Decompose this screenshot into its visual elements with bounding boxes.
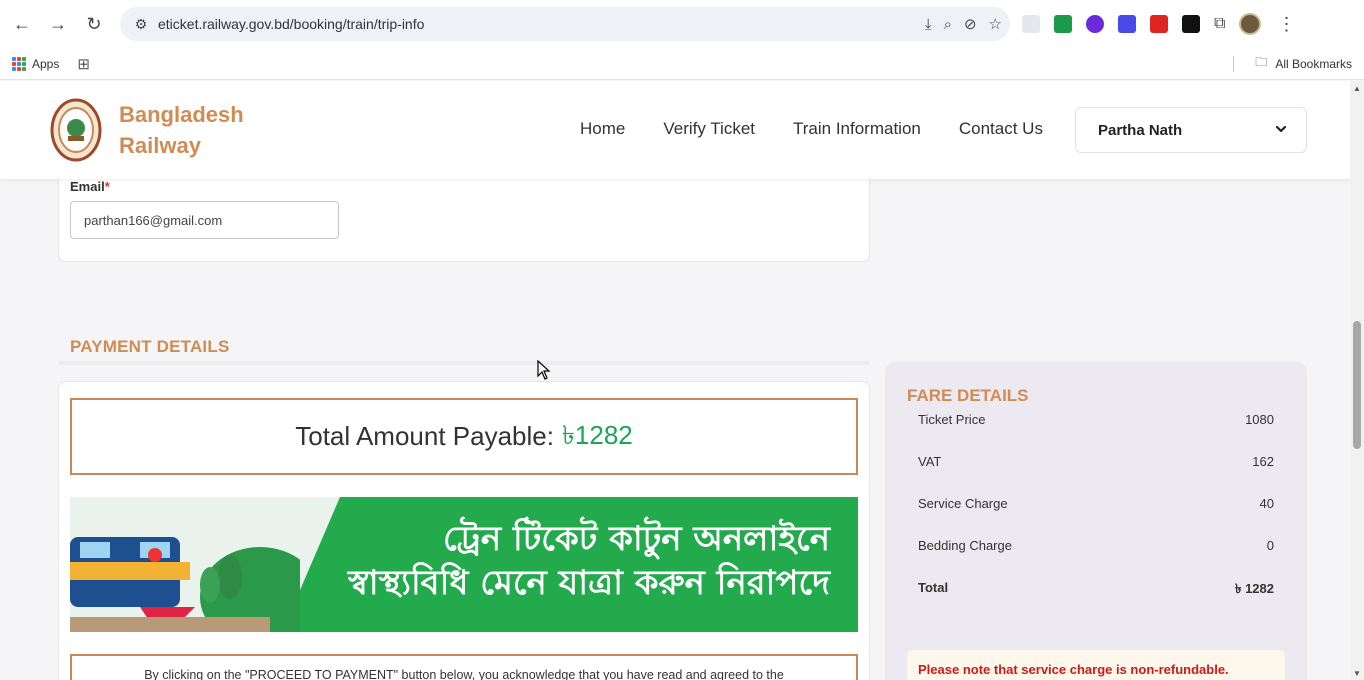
browser-toolbar: ← → ↻ ⚙ eticket.railway.gov.bd/booking/t… [0,0,1364,48]
star-icon[interactable]: ☆ [989,15,1002,33]
fare-row-vat: VAT 162 [918,454,1274,469]
page-viewport: Bangladesh Railway Home Verify Ticket Tr… [0,81,1350,680]
banner-line-2: স্বাস্থ্যবিধি মেনে যাত্রা করুন নিরাপদে [348,563,830,603]
extension-icon[interactable] [1150,15,1168,33]
chevron-down-icon [1275,125,1287,133]
reload-icon[interactable]: ↻ [76,6,112,42]
fare-row-ticket-price: Ticket Price 1080 [918,412,1274,427]
fare-label: VAT [918,454,942,469]
extension-icon[interactable] [1054,15,1072,33]
extension-icon[interactable] [1182,15,1200,33]
total-label: Total Amount Payable: [295,421,554,451]
total-amount: ৳1282 [561,419,633,450]
brand-name[interactable]: Bangladesh Railway [119,99,244,161]
train-illustration [70,537,300,632]
fare-details-title: FARE DETAILS [907,386,1029,405]
all-bookmarks-label: All Bookmarks [1275,56,1352,71]
banner-line-1: ট্রেন টিকেট কাটুন অনলাইনে [442,519,830,559]
fare-label: Service Charge [918,496,1008,511]
install-app-icon[interactable]: ⤓ [925,16,932,33]
profile-avatar[interactable] [1239,13,1262,35]
menu-dots-icon[interactable]: ⋮ [1277,14,1295,35]
extension-icon[interactable] [1086,15,1104,33]
payment-details-title: PAYMENT DETAILS [70,337,230,356]
fare-row-total: Total ৳ 1282 [918,580,1274,601]
fare-label: Ticket Price [918,412,986,427]
section-divider [58,361,870,365]
apps-bookmark[interactable]: Apps [12,56,60,71]
email-value: parthan166@gmail.com [84,212,223,228]
nav-home[interactable]: Home [580,119,625,139]
user-name: Partha Nath [1098,121,1183,139]
tab-groups-icon[interactable]: ⊞ [77,55,90,73]
email-label-text: Email [70,179,105,194]
fare-row-service-charge: Service Charge 40 [918,496,1274,511]
brand-line-1: Bangladesh [119,102,244,127]
main-nav: Home Verify Ticket Train Information Con… [580,119,1043,139]
fare-label: Total [918,580,949,595]
fare-value: ৳ 1282 [1234,581,1274,596]
fare-value: 162 [1252,454,1274,469]
back-icon[interactable]: ← [4,6,40,42]
site-settings-icon[interactable]: ⚙ [126,16,156,33]
scroll-down-icon[interactable]: ▼ [1353,669,1361,678]
scroll-thumb[interactable] [1353,321,1361,449]
fare-label: Bedding Charge [918,538,1012,553]
apps-grid-icon [12,56,26,71]
fare-value: 40 [1259,496,1274,511]
acknowledgement-text: By clicking on the "PROCEED TO PAYMENT" … [144,668,784,680]
fare-value: 0 [1266,538,1274,553]
email-label: Email* [70,179,110,194]
site-header: Bangladesh Railway Home Verify Ticket Tr… [0,81,1350,179]
required-mark: * [104,179,110,194]
fare-details-card: FARE DETAILS Ticket Price 1080 VAT 162 S… [885,362,1307,680]
divider [1233,56,1234,72]
user-menu-dropdown[interactable]: Partha Nath [1075,107,1307,153]
zoom-icon[interactable]: ⌕ [944,16,952,33]
folder-icon: 🗀 [1255,55,1268,69]
scroll-up-icon[interactable]: ▲ [1353,84,1361,93]
brand-line-2: Railway [119,133,201,158]
puzzle-icon[interactable]: ⧉ [1214,15,1225,33]
extensions-bar: ⧉ ⋮ [1022,8,1295,40]
url-text[interactable]: eticket.railway.gov.bd/booking/train/tri… [158,16,424,32]
page-scrollbar[interactable]: ▲ ▼ [1350,81,1364,680]
all-bookmarks[interactable]: 🗀 All Bookmarks [1255,53,1352,74]
fare-row-bedding-charge: Bedding Charge 0 [918,538,1274,553]
forward-icon[interactable]: → [40,6,76,42]
nav-verify-ticket[interactable]: Verify Ticket [663,119,755,139]
extension-icon[interactable] [1118,15,1136,33]
fare-value: 1080 [1245,412,1274,427]
banner-text: ট্রেন টিকেট কাটুন অনলাইনে স্বাস্থ্যবিধি … [348,517,830,605]
promo-banner: ট্রেন টিকেট কাটুন অনলাইনে স্বাস্থ্যবিধি … [70,497,858,632]
address-bar[interactable]: ⚙ eticket.railway.gov.bd/booking/train/t… [120,7,1010,41]
email-field[interactable]: parthan166@gmail.com [70,201,339,239]
bookmarks-bar: Apps ⊞ 🗀 All Bookmarks [0,48,1364,80]
total-amount-box: Total Amount Payable: ৳1282 [70,398,858,475]
extension-icon[interactable] [1022,15,1040,33]
apps-label: Apps [32,56,60,71]
nav-contact-us[interactable]: Contact Us [959,119,1043,139]
eye-slash-icon[interactable]: ⊘ [964,15,977,33]
non-refundable-notice: Please note that service charge is non-r… [907,650,1285,680]
nav-train-information[interactable]: Train Information [793,119,921,139]
acknowledgement-box: By clicking on the "PROCEED TO PAYMENT" … [70,654,858,680]
railway-logo[interactable] [50,98,102,162]
mouse-cursor-icon [537,360,551,380]
